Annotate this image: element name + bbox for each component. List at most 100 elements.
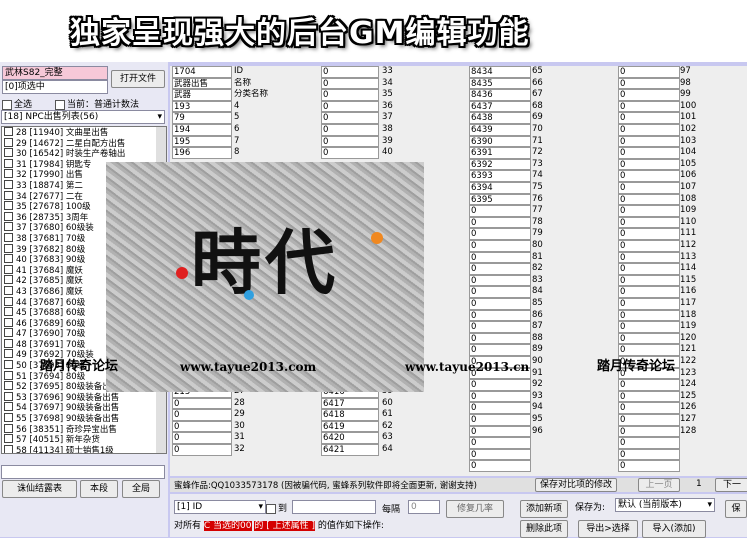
grid-value-cell[interactable]: 0 (321, 135, 379, 148)
item-checkbox[interactable] (4, 370, 13, 380)
list-item[interactable]: 29 [14672] 二星白配方出售 (2, 137, 166, 149)
grid-value-cell[interactable]: 0 (618, 460, 680, 472)
grid-value-cell[interactable]: 0 (321, 147, 379, 159)
item-checkbox[interactable] (4, 423, 13, 433)
grid-value-cell[interactable]: 0 (469, 344, 531, 356)
grid-value-cell[interactable]: 0 (321, 66, 379, 78)
grid-value-cell[interactable]: 0 (618, 332, 680, 345)
list-item[interactable]: 55 [37698] 90级装备出售 (2, 413, 166, 424)
item-checkbox[interactable] (4, 127, 13, 136)
save-button[interactable]: 保 (725, 500, 747, 518)
grid-value-cell[interactable]: 0 (172, 420, 232, 433)
add-item-button[interactable]: 添加新项 (520, 500, 568, 518)
item-checkbox[interactable] (4, 211, 13, 221)
grid-value-cell[interactable]: 0 (618, 425, 680, 438)
list-item[interactable]: 58 [41134] 硕士销售1级 (2, 444, 166, 453)
open-file-button[interactable]: 打开文件 (111, 70, 165, 88)
grid-value-cell[interactable]: 6418 (321, 409, 379, 421)
list-item[interactable]: 54 [37697] 90级装备出售 (2, 402, 166, 413)
grid-value-cell[interactable]: 0 (618, 286, 680, 298)
grid-value-cell[interactable]: 0 (618, 135, 680, 148)
grid-value-cell[interactable]: 0 (618, 437, 680, 449)
to-checkbox[interactable]: 到 (266, 501, 287, 514)
delete-item-button[interactable]: 删除此项 (520, 520, 568, 538)
grid-value-cell[interactable]: 0 (618, 448, 680, 461)
chevron-down-icon[interactable]: ▾ (157, 111, 162, 123)
this-section-button[interactable]: 本段 (80, 480, 118, 498)
grid-value-cell[interactable]: 194 (172, 124, 232, 136)
grid-value-cell[interactable]: 0 (321, 77, 379, 90)
item-checkbox[interactable] (4, 338, 13, 348)
list-item[interactable]: 57 [40515] 新年杂货 (2, 434, 166, 445)
grid-value-cell[interactable]: 0 (469, 228, 531, 240)
grid-value-cell[interactable]: 0 (618, 298, 680, 310)
item-checkbox[interactable] (4, 264, 13, 274)
list-item[interactable]: 56 [38351] 奇珍异宝出售 (2, 423, 166, 435)
grid-value-cell[interactable]: 0 (618, 170, 680, 182)
item-checkbox[interactable] (4, 328, 13, 338)
item-checkbox[interactable] (4, 307, 13, 317)
prev-page-button[interactable]: 上一页 (638, 478, 680, 492)
grid-value-cell[interactable]: 0 (618, 66, 680, 78)
item-checkbox[interactable] (4, 413, 13, 423)
grid-value-cell[interactable]: 0 (618, 77, 680, 90)
grid-value-cell[interactable]: 0 (618, 124, 680, 136)
grid-value-cell[interactable]: 0 (618, 100, 680, 113)
grid-value-cell[interactable]: 0 (618, 240, 680, 252)
grid-value-cell[interactable]: 0 (469, 216, 531, 229)
grid-value-cell[interactable]: 6420 (321, 432, 379, 444)
list-dropdown[interactable]: [18] NPC出售列表(56) ▾ (1, 110, 165, 124)
export-button[interactable]: 导出>选择 (578, 520, 638, 538)
search-input[interactable] (1, 465, 165, 479)
grid-value-cell[interactable]: 6417 (321, 397, 379, 410)
grid-value-cell[interactable]: 8435 (469, 77, 531, 90)
attribute-scope[interactable]: 的 [ 上述属性 ] (254, 521, 315, 531)
grid-value-cell[interactable]: 武器出售 (172, 77, 232, 90)
grid-value-cell[interactable]: 0 (172, 397, 232, 410)
grid-value-cell[interactable]: 0 (618, 147, 680, 159)
grid-value-cell[interactable]: 6390 (469, 135, 531, 148)
global-button[interactable]: 全局 (122, 480, 160, 498)
every-input[interactable]: 0 (408, 500, 440, 514)
grid-value-cell[interactable]: 0 (321, 112, 379, 124)
list-item[interactable]: 53 [37696] 90级装备出售 (2, 391, 166, 403)
grid-value-cell[interactable]: 0 (469, 286, 531, 298)
grid-value-cell[interactable]: 0 (172, 409, 232, 421)
selection-scope[interactable]: C 当选的00 (203, 521, 252, 531)
item-checkbox[interactable] (4, 434, 13, 444)
chevron-down-icon[interactable]: ▾ (258, 501, 263, 513)
grid-value-cell[interactable]: 0 (469, 448, 531, 461)
grid-value-cell[interactable]: 0 (469, 379, 531, 391)
item-checkbox[interactable] (4, 349, 13, 359)
grid-value-cell[interactable]: 195 (172, 135, 232, 148)
grid-value-cell[interactable]: 0 (469, 414, 531, 426)
grid-value-cell[interactable]: 79 (172, 112, 232, 124)
item-checkbox[interactable] (4, 243, 13, 253)
item-checkbox[interactable] (4, 317, 13, 327)
grid-value-cell[interactable]: 0 (469, 332, 531, 345)
grid-value-cell[interactable]: 193 (172, 100, 232, 113)
grid-value-cell[interactable]: 0 (618, 112, 680, 124)
item-checkbox[interactable] (4, 285, 13, 295)
item-checkbox[interactable] (4, 444, 13, 453)
grid-value-cell[interactable]: 0 (618, 321, 680, 333)
grid-value-cell[interactable]: 1704 (172, 66, 232, 78)
item-checkbox[interactable] (4, 190, 13, 200)
grid-value-cell[interactable]: 0 (618, 274, 680, 287)
grid-value-cell[interactable]: 196 (172, 147, 232, 159)
current-mode-checkbox[interactable]: 当前：普通计数法 (55, 97, 139, 110)
grid-value-cell[interactable]: 0 (172, 444, 232, 456)
grid-value-cell[interactable]: 0 (469, 298, 531, 310)
item-checkbox[interactable] (4, 201, 13, 211)
grid-value-cell[interactable]: 0 (469, 425, 531, 438)
grid-value-cell[interactable]: 6439 (469, 124, 531, 136)
grid-value-cell[interactable]: 6421 (321, 444, 379, 456)
grid-value-cell[interactable]: 0 (469, 240, 531, 252)
item-checkbox[interactable] (4, 222, 13, 232)
item-checkbox[interactable] (4, 148, 13, 158)
fix-rate-button[interactable]: 修复几率 (446, 500, 504, 518)
grid-value-cell[interactable]: 6438 (469, 112, 531, 124)
grid-value-cell[interactable]: 6437 (469, 100, 531, 113)
item-checkbox[interactable] (4, 158, 13, 168)
grid-value-cell[interactable]: 0 (469, 390, 531, 403)
